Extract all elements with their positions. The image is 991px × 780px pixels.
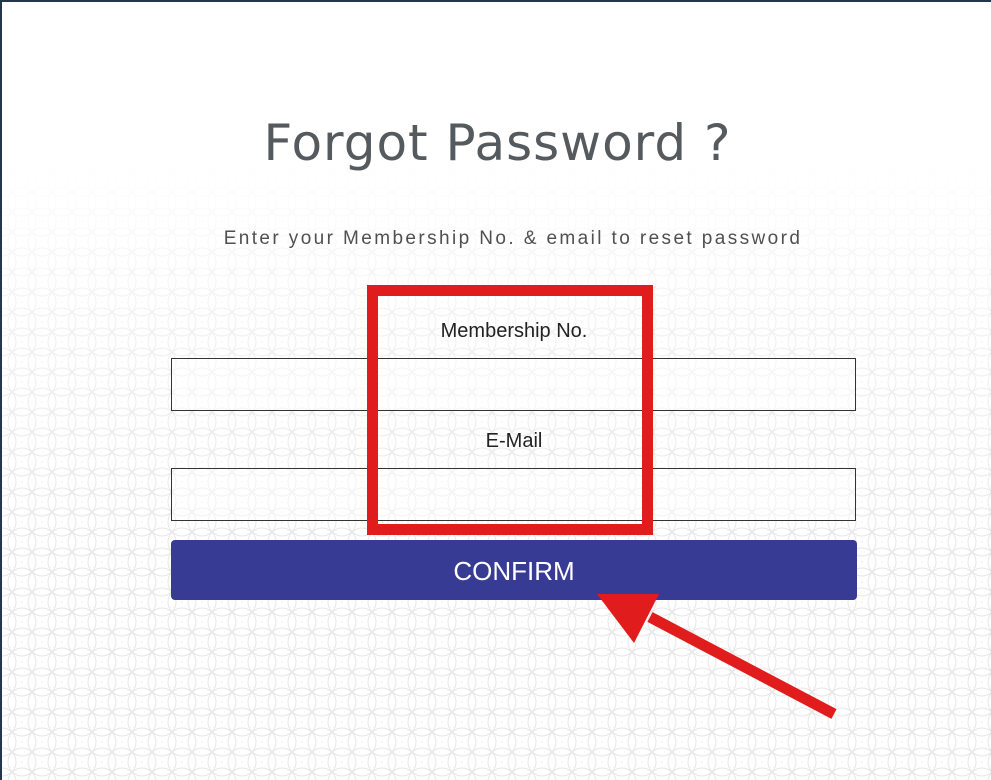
page-title: Forgot Password ? <box>263 114 732 172</box>
page-subtitle: Enter your Membership No. & email to res… <box>223 228 803 249</box>
email-label: E-Mail <box>485 430 543 452</box>
confirm-button[interactable]: CONFIRM <box>171 540 857 600</box>
email-input[interactable] <box>171 468 856 521</box>
membership-label: Membership No. <box>440 320 588 342</box>
membership-input[interactable] <box>171 358 856 411</box>
forgot-password-panel: Forgot Password ? Enter your Membership … <box>0 0 991 780</box>
